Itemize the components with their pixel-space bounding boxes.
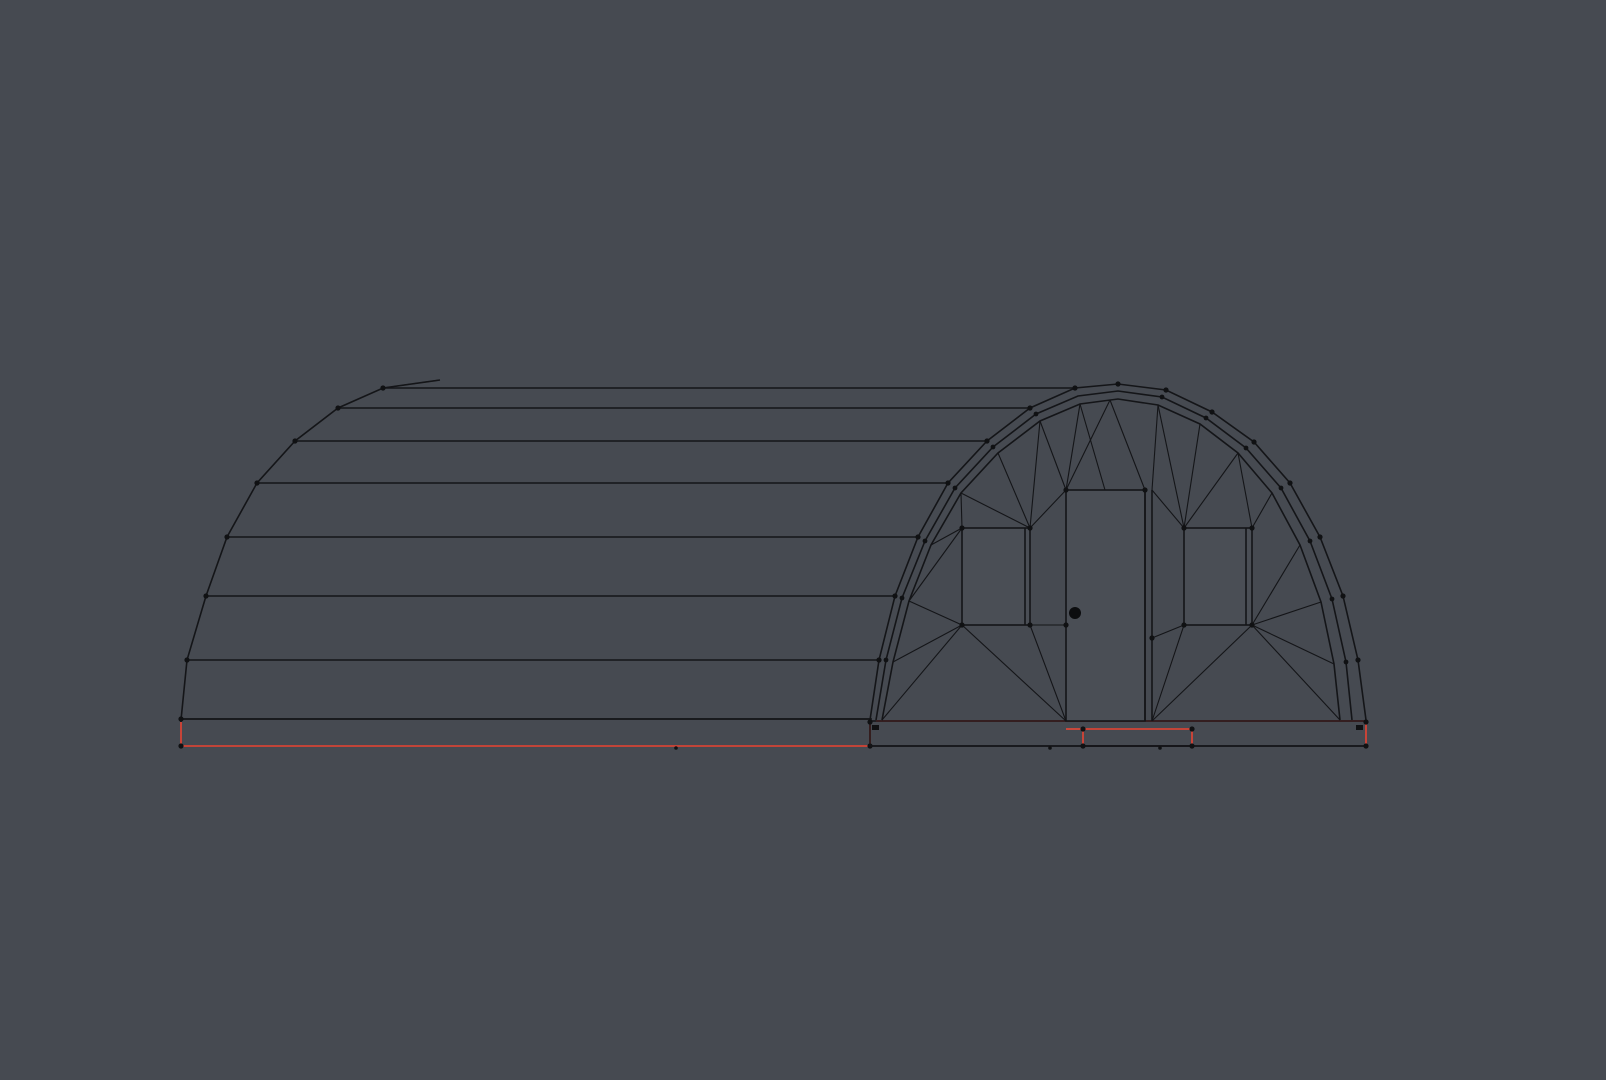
front-face[interactable] (867, 381, 1369, 750)
window-right (1184, 528, 1252, 625)
front-base-slab (869, 720, 1367, 747)
mesh-wireframe[interactable] (0, 0, 1606, 1080)
door-knob (1069, 607, 1081, 619)
3d-viewport[interactable] (0, 0, 1606, 1080)
side-end-arc (180, 379, 441, 721)
side-hull[interactable] (178, 379, 1075, 750)
side-vertices[interactable] (178, 385, 873, 750)
door (1066, 490, 1145, 721)
window-left (962, 528, 1030, 625)
side-base-slab (180, 718, 871, 747)
door-step (1082, 728, 1193, 747)
